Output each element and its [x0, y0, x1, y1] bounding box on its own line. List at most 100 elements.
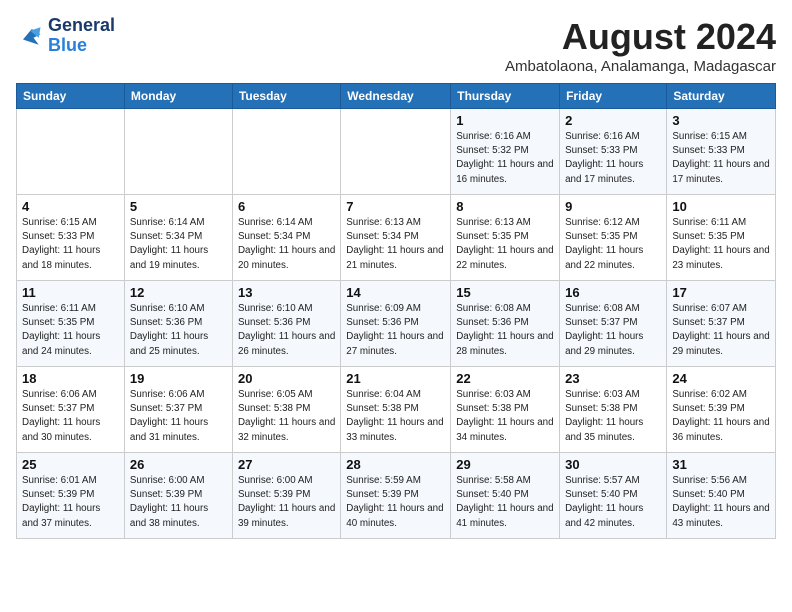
- day-number: 3: [672, 113, 770, 128]
- day-number: 19: [130, 371, 227, 386]
- day-info: Sunrise: 6:00 AMSunset: 5:39 PMDaylight:…: [238, 474, 335, 531]
- day-number: 27: [238, 457, 335, 472]
- day-info: Sunrise: 6:02 AMSunset: 5:39 PMDaylight:…: [672, 388, 770, 445]
- day-number: 24: [672, 371, 770, 386]
- page-header: General Blue August 2024 Ambatolaona, An…: [16, 16, 776, 75]
- day-number: 2: [565, 113, 661, 128]
- day-info: Sunrise: 6:10 AMSunset: 5:36 PMDaylight:…: [130, 302, 227, 359]
- calendar-cell: 19 Sunrise: 6:06 AMSunset: 5:37 PMDayligh…: [124, 367, 232, 453]
- day-info: Sunrise: 6:04 AMSunset: 5:38 PMDaylight:…: [346, 388, 445, 445]
- calendar-week-4: 18 Sunrise: 6:06 AMSunset: 5:37 PMDayligh…: [17, 367, 776, 453]
- header-sunday: Sunday: [17, 84, 125, 109]
- day-info: Sunrise: 6:12 AMSunset: 5:35 PMDaylight:…: [565, 216, 661, 273]
- calendar-cell: 1Sunrise: 6:16 AMSunset: 5:32 PMDaylight…: [451, 109, 560, 195]
- day-number: 17: [672, 285, 770, 300]
- calendar-cell: 10 Sunrise: 6:11 AMSunset: 5:35 PMDayligh…: [667, 195, 776, 281]
- calendar-cell: 5 Sunrise: 6:14 AMSunset: 5:34 PMDaylight…: [124, 195, 232, 281]
- day-number: 21: [346, 371, 445, 386]
- calendar-cell: 26 Sunrise: 6:00 AMSunset: 5:39 PMDayligh…: [124, 453, 232, 539]
- calendar-cell: 6 Sunrise: 6:14 AMSunset: 5:34 PMDaylight…: [232, 195, 340, 281]
- day-info: Sunrise: 6:05 AMSunset: 5:38 PMDaylight:…: [238, 388, 335, 445]
- day-number: 22: [456, 371, 554, 386]
- header-monday: Monday: [124, 84, 232, 109]
- day-info: Sunrise: 6:03 AMSunset: 5:38 PMDaylight:…: [565, 388, 661, 445]
- calendar-cell: 14 Sunrise: 6:09 AMSunset: 5:36 PMDayligh…: [341, 281, 451, 367]
- calendar-cell: 12 Sunrise: 6:10 AMSunset: 5:36 PMDayligh…: [124, 281, 232, 367]
- header-saturday: Saturday: [667, 84, 776, 109]
- day-info: Sunrise: 6:14 AMSunset: 5:34 PMDaylight:…: [238, 216, 335, 273]
- location-title: Ambatolaona, Analamanga, Madagascar: [505, 58, 776, 75]
- calendar-cell: 17Sunrise: 6:07 AMSunset: 5:37 PMDayligh…: [667, 281, 776, 367]
- day-info: Sunrise: 6:16 AMSunset: 5:32 PMDaylight:…: [456, 130, 554, 187]
- day-info: Sunrise: 6:06 AMSunset: 5:37 PMDaylight:…: [22, 388, 119, 445]
- day-number: 29: [456, 457, 554, 472]
- day-number: 31: [672, 457, 770, 472]
- day-info: Sunrise: 6:11 AMSunset: 5:35 PMDaylight:…: [22, 302, 119, 359]
- header-wednesday: Wednesday: [341, 84, 451, 109]
- calendar-cell: 22Sunrise: 6:03 AMSunset: 5:38 PMDayligh…: [451, 367, 560, 453]
- calendar-cell: [341, 109, 451, 195]
- calendar-cell: 28Sunrise: 5:59 AMSunset: 5:39 PMDayligh…: [341, 453, 451, 539]
- day-info: Sunrise: 6:09 AMSunset: 5:36 PMDaylight:…: [346, 302, 445, 359]
- calendar-week-2: 4 Sunrise: 6:15 AMSunset: 5:33 PMDaylight…: [17, 195, 776, 281]
- calendar-cell: 23 Sunrise: 6:03 AMSunset: 5:38 PMDayligh…: [560, 367, 667, 453]
- day-info: Sunrise: 6:01 AMSunset: 5:39 PMDaylight:…: [22, 474, 119, 531]
- day-number: 25: [22, 457, 119, 472]
- calendar-cell: [17, 109, 125, 195]
- day-number: 6: [238, 199, 335, 214]
- day-info: Sunrise: 6:14 AMSunset: 5:34 PMDaylight:…: [130, 216, 227, 273]
- day-number: 20: [238, 371, 335, 386]
- calendar-cell: [124, 109, 232, 195]
- day-number: 8: [456, 199, 554, 214]
- day-number: 18: [22, 371, 119, 386]
- calendar-cell: 20 Sunrise: 6:05 AMSunset: 5:38 PMDayligh…: [232, 367, 340, 453]
- day-number: 14: [346, 285, 445, 300]
- day-number: 28: [346, 457, 445, 472]
- calendar-cell: 11 Sunrise: 6:11 AMSunset: 5:35 PMDayligh…: [17, 281, 125, 367]
- day-number: 15: [456, 285, 554, 300]
- day-info: Sunrise: 6:11 AMSunset: 5:35 PMDaylight:…: [672, 216, 770, 273]
- month-title: August 2024: [505, 16, 776, 58]
- calendar-cell: [232, 109, 340, 195]
- calendar-cell: 31 Sunrise: 5:56 AMSunset: 5:40 PMDayligh…: [667, 453, 776, 539]
- calendar-cell: 29Sunrise: 5:58 AMSunset: 5:40 PMDayligh…: [451, 453, 560, 539]
- calendar-cell: 2 Sunrise: 6:16 AMSunset: 5:33 PMDaylight…: [560, 109, 667, 195]
- day-number: 9: [565, 199, 661, 214]
- day-info: Sunrise: 6:15 AMSunset: 5:33 PMDaylight:…: [672, 130, 770, 187]
- day-info: Sunrise: 6:15 AMSunset: 5:33 PMDaylight:…: [22, 216, 119, 273]
- calendar-cell: 30 Sunrise: 5:57 AMSunset: 5:40 PMDayligh…: [560, 453, 667, 539]
- day-number: 30: [565, 457, 661, 472]
- calendar-cell: 4 Sunrise: 6:15 AMSunset: 5:33 PMDaylight…: [17, 195, 125, 281]
- day-number: 7: [346, 199, 445, 214]
- calendar-week-5: 25 Sunrise: 6:01 AMSunset: 5:39 PMDayligh…: [17, 453, 776, 539]
- logo-icon: [16, 22, 44, 50]
- day-number: 12: [130, 285, 227, 300]
- day-info: Sunrise: 5:57 AMSunset: 5:40 PMDaylight:…: [565, 474, 661, 531]
- day-number: 10: [672, 199, 770, 214]
- calendar-cell: 21 Sunrise: 6:04 AMSunset: 5:38 PMDayligh…: [341, 367, 451, 453]
- calendar-cell: 24 Sunrise: 6:02 AMSunset: 5:39 PMDayligh…: [667, 367, 776, 453]
- day-info: Sunrise: 6:10 AMSunset: 5:36 PMDaylight:…: [238, 302, 335, 359]
- calendar-table: SundayMondayTuesdayWednesdayThursdayFrid…: [16, 83, 776, 539]
- header-thursday: Thursday: [451, 84, 560, 109]
- day-number: 4: [22, 199, 119, 214]
- day-number: 11: [22, 285, 119, 300]
- day-info: Sunrise: 6:00 AMSunset: 5:39 PMDaylight:…: [130, 474, 227, 531]
- calendar-cell: 8 Sunrise: 6:13 AMSunset: 5:35 PMDaylight…: [451, 195, 560, 281]
- header-tuesday: Tuesday: [232, 84, 340, 109]
- calendar-week-3: 11 Sunrise: 6:11 AMSunset: 5:35 PMDayligh…: [17, 281, 776, 367]
- header-friday: Friday: [560, 84, 667, 109]
- calendar-cell: 9 Sunrise: 6:12 AMSunset: 5:35 PMDaylight…: [560, 195, 667, 281]
- day-info: Sunrise: 5:56 AMSunset: 5:40 PMDaylight:…: [672, 474, 770, 531]
- day-number: 23: [565, 371, 661, 386]
- day-info: Sunrise: 6:06 AMSunset: 5:37 PMDaylight:…: [130, 388, 227, 445]
- day-info: Sunrise: 6:13 AMSunset: 5:35 PMDaylight:…: [456, 216, 554, 273]
- day-number: 16: [565, 285, 661, 300]
- logo: General Blue: [16, 16, 115, 56]
- day-number: 26: [130, 457, 227, 472]
- title-block: August 2024 Ambatolaona, Analamanga, Mad…: [505, 16, 776, 75]
- day-info: Sunrise: 6:13 AMSunset: 5:34 PMDaylight:…: [346, 216, 445, 273]
- day-number: 5: [130, 199, 227, 214]
- day-info: Sunrise: 6:16 AMSunset: 5:33 PMDaylight:…: [565, 130, 661, 187]
- calendar-cell: 16Sunrise: 6:08 AMSunset: 5:37 PMDayligh…: [560, 281, 667, 367]
